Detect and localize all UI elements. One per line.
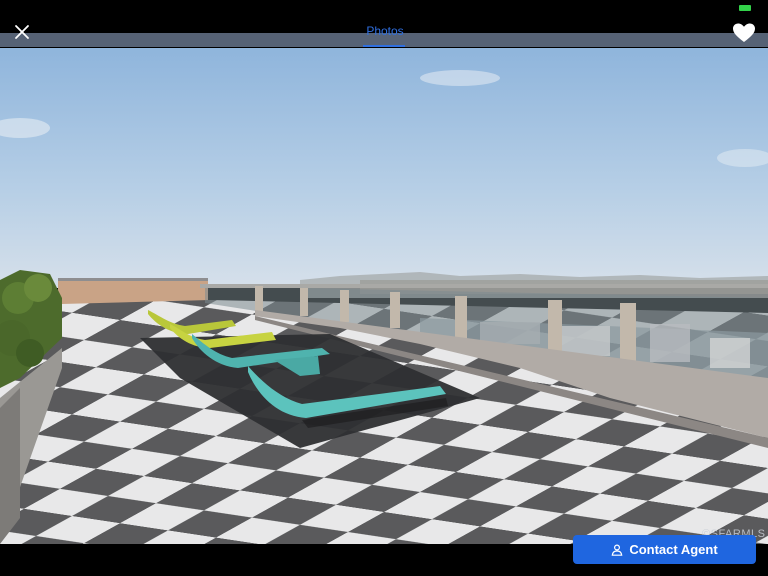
favorite-button[interactable] <box>732 22 756 44</box>
close-icon <box>15 25 29 39</box>
listing-photo[interactable] <box>0 48 768 544</box>
heart-icon <box>733 23 755 42</box>
close-button[interactable] <box>8 18 36 46</box>
rooftop-terrace-image <box>0 48 768 544</box>
tab-photos-underline <box>363 45 405 47</box>
battery-indicator-icon <box>739 5 751 11</box>
user-icon <box>611 543 623 556</box>
top-bar: Photos <box>0 0 768 48</box>
tab-photos[interactable]: Photos <box>350 24 420 38</box>
photo-viewer: Photos ©SFARMLS Contact Agent <box>0 0 768 576</box>
contact-agent-label: Contact Agent <box>629 542 718 557</box>
contact-agent-button[interactable]: Contact Agent <box>573 535 756 564</box>
